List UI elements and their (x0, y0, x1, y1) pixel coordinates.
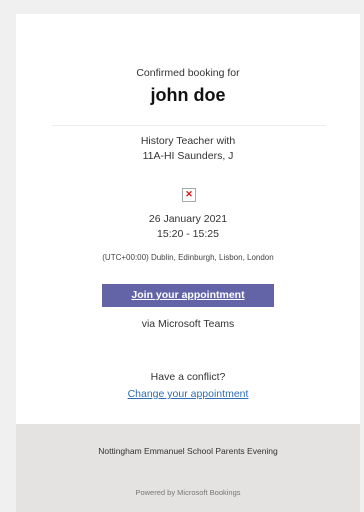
email-body: Confirmed booking for john doe History T… (0, 0, 364, 512)
service-line-1: History Teacher with (140, 135, 236, 147)
confirmed-label: Confirmed booking for (136, 67, 240, 79)
broken-image-icon: ✕ (182, 188, 196, 202)
organization-name: Nottingham Emmanuel School Parents Eveni… (98, 446, 278, 456)
appointment-time: 15:20 - 15:25 (157, 228, 219, 240)
appointment-date: 26 January 2021 (148, 213, 228, 225)
appointment-timezone: (UTC+00:00) Dublin, Edinburgh, Lisbon, L… (102, 253, 274, 262)
service-line-2: 11A-HI Saunders, J (142, 150, 234, 162)
conflict-label: Have a conflict? (150, 371, 226, 383)
powered-by-label: Powered by Microsoft Bookings (135, 488, 241, 497)
via-teams-label: via Microsoft Teams (141, 318, 235, 330)
divider (52, 125, 326, 126)
booking-card: Confirmed booking for john doe History T… (16, 14, 360, 424)
customer-name: john doe (150, 85, 226, 105)
change-appointment-link[interactable]: Change your appointment (16, 388, 360, 400)
footer: Nottingham Emmanuel School Parents Eveni… (16, 424, 360, 512)
service-details: History Teacher with 11A-HI Saunders, J (16, 134, 360, 164)
join-appointment-button[interactable]: Join your appointment (102, 284, 274, 307)
appointment-datetime: 26 January 2021 15:20 - 15:25 (16, 212, 360, 242)
